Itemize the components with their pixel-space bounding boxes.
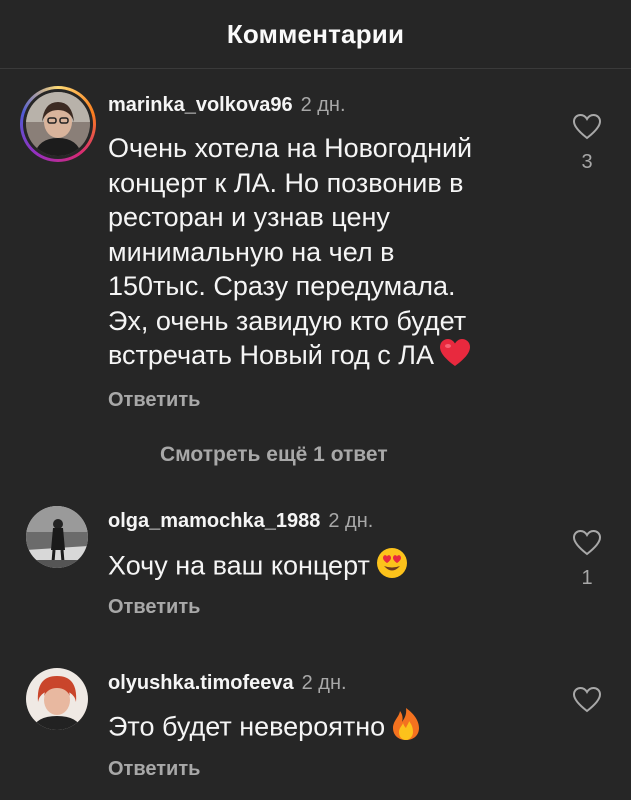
comment-meta: olga_mamochka_1988 2 дн. bbox=[108, 510, 373, 533]
page-title: Комментарии bbox=[226, 18, 405, 49]
timestamp: 2 дн. bbox=[300, 94, 346, 116]
comment-text-line: Хочу на ваш концерт bbox=[108, 550, 370, 581]
username[interactable]: olyushka.timofeeva bbox=[108, 672, 294, 694]
avatar[interactable] bbox=[26, 92, 90, 156]
heart-outline-icon[interactable] bbox=[572, 529, 602, 557]
like-count: 3 bbox=[581, 151, 593, 173]
comment-text-line: 150тыс. Сразу передумала. bbox=[108, 271, 456, 301]
comment-text-line: Эх, очень завидую кто будет bbox=[108, 305, 467, 336]
comment-text-line: Очень хотела на Новогодний bbox=[108, 133, 473, 163]
comment-text-line: концерт к ЛА. Но позвонив в bbox=[108, 167, 464, 198]
heart-outline-icon[interactable] bbox=[572, 686, 602, 714]
timestamp: 2 дн. bbox=[328, 510, 374, 532]
comment-text-line: минимальную на чел в bbox=[108, 236, 395, 267]
comment-text: Это будет невероятно bbox=[108, 707, 528, 750]
avatar[interactable] bbox=[26, 668, 88, 730]
username[interactable]: marinka_volkova96 bbox=[108, 94, 293, 116]
like-button[interactable] bbox=[570, 686, 604, 714]
reply-button[interactable]: Ответить bbox=[108, 596, 200, 619]
username[interactable]: olga_mamochka_1988 bbox=[108, 510, 320, 532]
like-count: 1 bbox=[581, 567, 593, 589]
view-more-replies[interactable]: Смотреть ещё 1 ответ bbox=[160, 443, 388, 467]
red-heart-emoji bbox=[439, 338, 470, 376]
like-button[interactable]: 3 bbox=[570, 113, 604, 174]
avatar[interactable] bbox=[26, 506, 88, 568]
comment-text: Очень хотела на Новогодний концерт к ЛА.… bbox=[108, 131, 528, 375]
comment-text-line: Это будет невероятно bbox=[108, 711, 386, 742]
avatar-story-ring[interactable] bbox=[20, 86, 96, 162]
fire-emoji bbox=[391, 707, 421, 750]
like-button[interactable]: 1 bbox=[570, 529, 604, 590]
comment-text-line: ресторан и узнав цену bbox=[108, 202, 390, 232]
comment-text: Хочу на ваш концерт bbox=[108, 547, 528, 588]
timestamp: 2 дн. bbox=[301, 672, 347, 694]
comment-meta: olyushka.timofeeva 2 дн. bbox=[108, 672, 347, 695]
comment-text-line: встречать Новый год с ЛА bbox=[108, 340, 434, 370]
reply-button[interactable]: Ответить bbox=[108, 389, 200, 412]
comment-meta: marinka_volkova96 2 дн. bbox=[108, 94, 346, 117]
heart-outline-icon[interactable] bbox=[572, 113, 602, 141]
comments-header: Комментарии bbox=[0, 0, 631, 69]
heart-eyes-emoji bbox=[376, 547, 408, 588]
reply-button[interactable]: Ответить bbox=[108, 758, 200, 781]
